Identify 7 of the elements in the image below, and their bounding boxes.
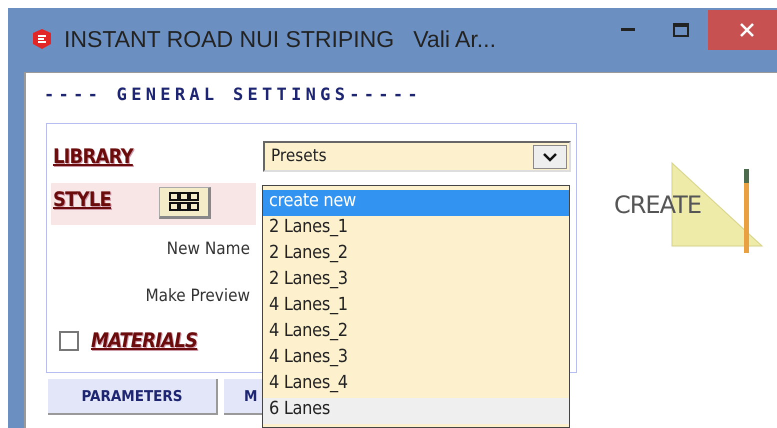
materials-label: MATERIALS <box>91 328 198 352</box>
field-label: New Name <box>166 239 250 259</box>
field-label: Make Preview <box>145 286 250 306</box>
window-title: INSTANT ROAD NUI STRIPING Vali Ar... <box>64 26 496 52</box>
library-label: LIBRARY <box>53 144 133 168</box>
section-heading: ---- GENERAL SETTINGS----- <box>44 85 422 105</box>
style-label: STYLE <box>53 187 112 211</box>
